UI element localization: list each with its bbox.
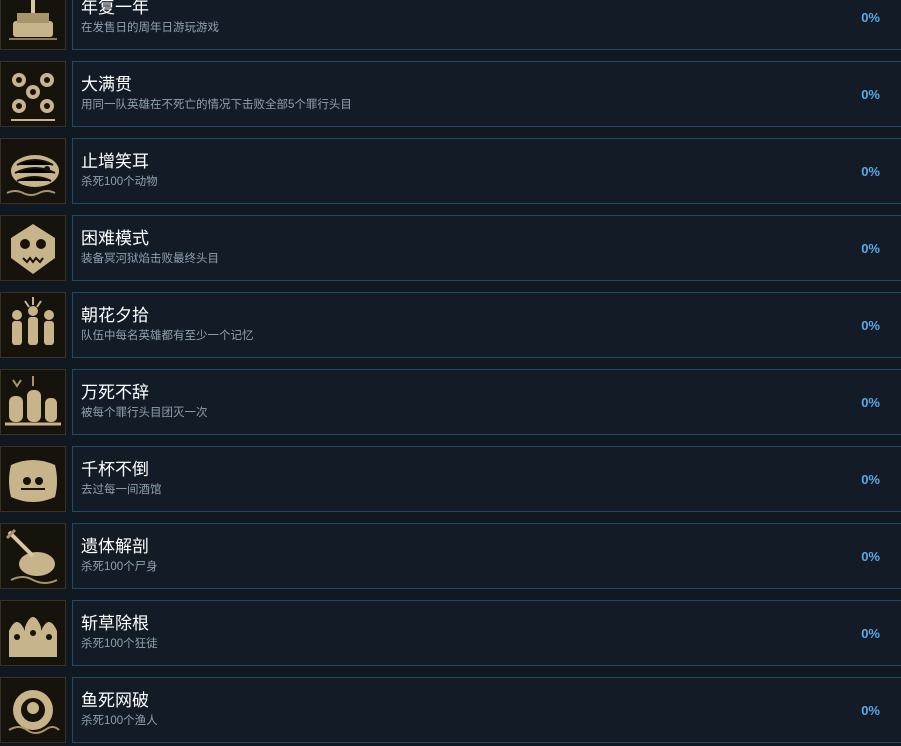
achievement-description: 杀死100个渔人 bbox=[81, 715, 158, 727]
achievement-row[interactable]: 千杯不倒去过每一间酒馆 0% bbox=[0, 446, 901, 512]
achievement-row[interactable]: 朝花夕拾队伍中每名英雄都有至少一个记忆 0% bbox=[0, 292, 901, 358]
achievement-list: 年复一年 在发售日的周年日游玩游戏 0% 大满贯 用同一队英雄在不死亡的情况下击败全部5… bbox=[0, 0, 901, 746]
achievement-card: 遗体解剖杀死100个尸身 0% bbox=[72, 523, 901, 589]
achievement-description: 杀死100个动物 bbox=[81, 176, 158, 188]
achievement-percent: 0% bbox=[861, 318, 880, 333]
achievement-percent: 0% bbox=[861, 10, 880, 25]
achievement-card: 鱼死网破杀死100个渔人 0% bbox=[72, 677, 901, 743]
achievement-row[interactable]: 遗体解剖杀死100个尸身 0% bbox=[0, 523, 901, 589]
achievement-card: 年复一年在发售日的周年日游玩游戏 0% bbox=[72, 0, 901, 50]
achievement-title: 朝花夕拾 bbox=[81, 306, 149, 325]
corpse-dagger-icon bbox=[0, 523, 66, 589]
achievement-card: 千杯不倒去过每一间酒馆 0% bbox=[72, 446, 901, 512]
graves-icon bbox=[0, 369, 66, 435]
achievement-card: 斩草除根杀死100个狂徒 0% bbox=[72, 600, 901, 666]
achievement-title: 遗体解剖 bbox=[81, 537, 149, 556]
achievement-percent: 0% bbox=[861, 472, 880, 487]
achievement-row[interactable]: 年复一年在发售日的周年日游玩游戏 0% bbox=[0, 0, 901, 50]
achievement-title: 年复一年 bbox=[81, 0, 149, 17]
achievement-title: 千杯不倒 bbox=[81, 460, 149, 479]
achievement-card: 止增笑耳杀死100个动物 0% bbox=[72, 138, 901, 204]
achievement-percent: 0% bbox=[861, 164, 880, 179]
achievement-title: 万死不辞 bbox=[81, 383, 149, 402]
pillow-icon bbox=[0, 446, 66, 512]
achievement-percent: 0% bbox=[861, 241, 880, 256]
achievement-percent: 0% bbox=[861, 703, 880, 718]
achievement-description: 去过每一间酒馆 bbox=[81, 484, 162, 496]
achievement-percent: 0% bbox=[861, 549, 880, 564]
party-icon bbox=[0, 292, 66, 358]
achievement-title: 困难模式 bbox=[81, 229, 149, 248]
achievement-row[interactable]: 困难模式装备冥河狱焰击败最终头目 0% bbox=[0, 215, 901, 281]
achievement-description: 杀死100个狂徒 bbox=[81, 638, 158, 650]
achievement-card: 万死不辞被每个罪行头目团灭一次 0% bbox=[72, 369, 901, 435]
beast-icon bbox=[0, 138, 66, 204]
achievement-row[interactable]: 万死不辞被每个罪行头目团灭一次 0% bbox=[0, 369, 901, 435]
achievement-description: 被每个罪行头目团灭一次 bbox=[81, 407, 208, 419]
demon-face-icon bbox=[0, 215, 66, 281]
achievement-title: 大满贯 bbox=[81, 75, 132, 94]
achievement-row[interactable]: 鱼死网破杀死100个渔人 0% bbox=[0, 677, 901, 743]
achievement-card: 大满贯用同一队英雄在不死亡的情况下击败全部5个罪行头目 0% bbox=[72, 61, 901, 127]
achievement-percent: 0% bbox=[861, 87, 880, 102]
achievement-row[interactable]: 止增笑耳杀死100个动物 0% bbox=[0, 138, 901, 204]
achievement-card: 朝花夕拾队伍中每名英雄都有至少一个记忆 0% bbox=[72, 292, 901, 358]
flames-icon bbox=[0, 61, 66, 127]
cake-icon bbox=[0, 0, 66, 50]
achievement-percent: 0% bbox=[861, 626, 880, 641]
achievement-title: 斩草除根 bbox=[81, 614, 149, 633]
achievement-description: 队伍中每名英雄都有至少一个记忆 bbox=[81, 330, 254, 342]
achievement-row[interactable]: 斩草除根杀死100个狂徒 0% bbox=[0, 600, 901, 666]
achievement-percent: 0% bbox=[861, 395, 880, 410]
achievement-description: 在发售日的周年日游玩游戏 bbox=[81, 22, 219, 34]
achievement-description: 杀死100个尸身 bbox=[81, 561, 158, 573]
achievement-card: 困难模式装备冥河狱焰击败最终头目 0% bbox=[72, 215, 901, 281]
achievement-title: 止增笑耳 bbox=[81, 152, 149, 171]
cultists-icon bbox=[0, 600, 66, 666]
achievement-description: 用同一队英雄在不死亡的情况下击败全部5个罪行头目 bbox=[81, 99, 352, 111]
achievement-description: 装备冥河狱焰击败最终头目 bbox=[81, 253, 219, 265]
achievement-row[interactable]: 大满贯用同一队英雄在不死亡的情况下击败全部5个罪行头目 0% bbox=[0, 61, 901, 127]
achievement-title: 鱼死网破 bbox=[81, 691, 149, 710]
fishman-icon bbox=[0, 677, 66, 743]
